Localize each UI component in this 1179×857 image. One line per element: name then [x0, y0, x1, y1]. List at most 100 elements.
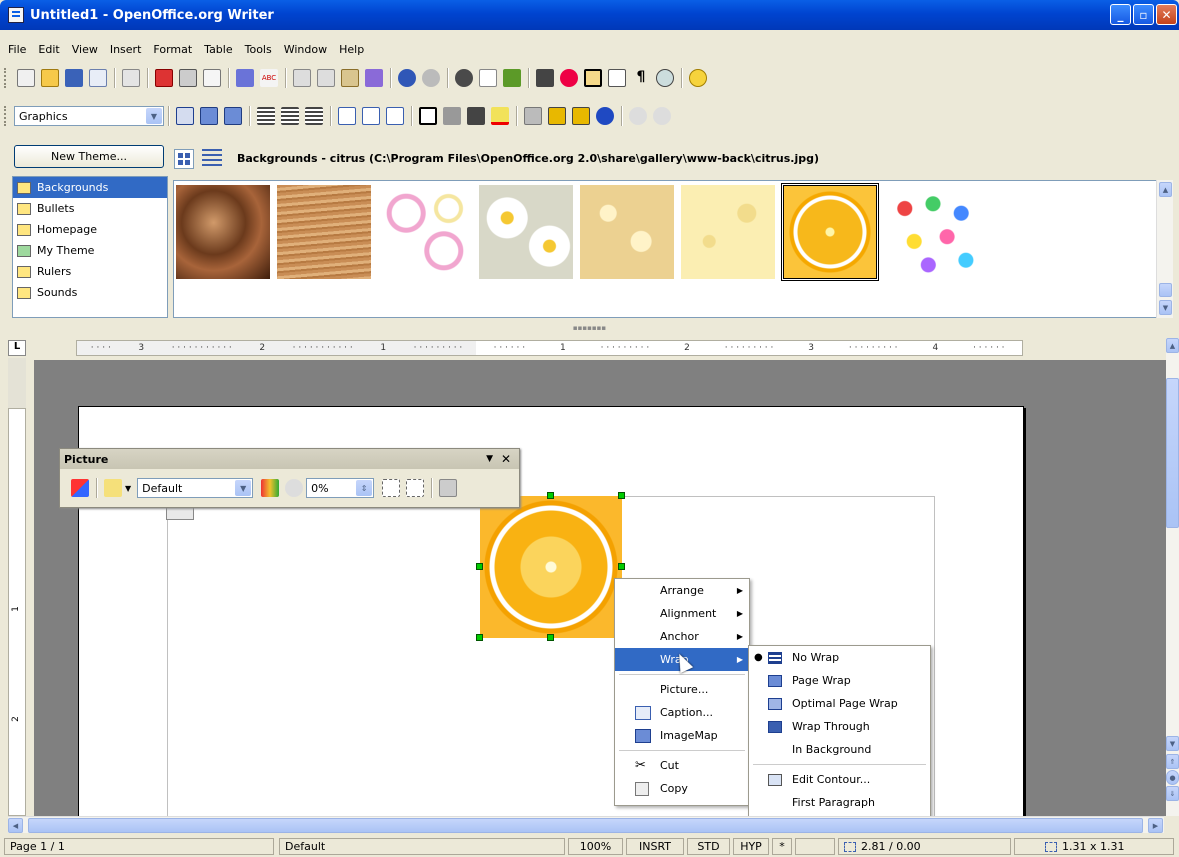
toolbar-grip[interactable]: [4, 106, 8, 126]
spin-icon[interactable]: ⇕: [356, 480, 373, 496]
graphics-filter-icon[interactable]: [71, 479, 89, 497]
toolbar-grip[interactable]: [4, 68, 8, 88]
flip-horizontal-icon[interactable]: [406, 479, 425, 497]
page-preview-icon[interactable]: [203, 69, 221, 87]
menu-edit[interactable]: Edit: [38, 43, 59, 56]
unlink-frames-icon[interactable]: [653, 107, 671, 125]
scroll-thumb[interactable]: [28, 818, 1143, 833]
theme-item-homepage[interactable]: Homepage: [13, 219, 167, 240]
menu-item-alignment[interactable]: Alignment ▶: [615, 602, 749, 625]
undo-icon[interactable]: [398, 69, 416, 87]
align-right-icon[interactable]: [305, 107, 323, 125]
paragraph-style-combo[interactable]: Graphics ▼: [14, 106, 164, 126]
scroll-left-icon[interactable]: ◀: [8, 818, 23, 833]
document-horizontal-scrollbar[interactable]: ◀ ▶: [8, 816, 1164, 833]
menu-item-edit-contour[interactable]: Edit Contour...: [749, 768, 930, 791]
previous-page-icon[interactable]: ⇑: [1166, 754, 1179, 769]
bring-to-front-icon[interactable]: [548, 107, 566, 125]
draw-functions-icon[interactable]: [503, 69, 521, 87]
new-theme-button[interactable]: New Theme...: [14, 145, 164, 168]
gallery-scrollbar[interactable]: ▲ ▼: [1156, 180, 1173, 318]
navigator-icon[interactable]: [560, 69, 578, 87]
resize-handle[interactable]: [476, 634, 483, 641]
link-frames-icon[interactable]: [629, 107, 647, 125]
theme-item-bullets[interactable]: Bullets: [13, 198, 167, 219]
menu-item-anchor[interactable]: Anchor ▶: [615, 625, 749, 648]
align-left-icon[interactable]: [257, 107, 275, 125]
menu-view[interactable]: View: [72, 43, 98, 56]
transparency-field[interactable]: 0% ⇕: [306, 478, 375, 498]
menu-table[interactable]: Table: [204, 43, 232, 56]
detailed-view-button[interactable]: [202, 149, 222, 169]
status-zoom[interactable]: 100%: [568, 838, 623, 855]
flip-vertical-icon[interactable]: [382, 479, 401, 497]
resize-handle[interactable]: [618, 492, 625, 499]
chevron-down-icon[interactable]: ▼: [486, 454, 493, 464]
autospellcheck-icon[interactable]: ABC: [260, 69, 278, 87]
scroll-right-icon[interactable]: ▶: [1148, 818, 1163, 833]
scroll-up-icon[interactable]: ▲: [1159, 182, 1172, 197]
menu-help[interactable]: Help: [339, 43, 364, 56]
hyperlink-icon[interactable]: [455, 69, 473, 87]
send-to-back-icon[interactable]: [572, 107, 590, 125]
navigation-icon[interactable]: ●: [1166, 770, 1179, 785]
thumbnail-daisies[interactable]: [479, 185, 573, 279]
maximize-button[interactable]: ▫: [1133, 4, 1154, 25]
status-selection-mode[interactable]: STD: [687, 838, 730, 855]
wrap-off-icon[interactable]: [176, 107, 194, 125]
align-bottom-icon[interactable]: [386, 107, 404, 125]
frame-properties-icon[interactable]: [524, 107, 542, 125]
status-hyperlink-mode[interactable]: HYP: [733, 838, 769, 855]
menu-item-no-wrap[interactable]: ● No Wrap: [749, 646, 930, 669]
theme-item-sounds[interactable]: Sounds: [13, 282, 167, 303]
clone-formatting-icon[interactable]: [365, 69, 383, 87]
next-page-icon[interactable]: ⇓: [1166, 786, 1179, 801]
icon-view-button[interactable]: [174, 149, 194, 169]
menu-item-in-background[interactable]: In Background: [749, 738, 930, 761]
gallery-splitter[interactable]: ▪▪▪▪▪▪▪: [0, 324, 1179, 334]
theme-item-rulers[interactable]: Rulers: [13, 261, 167, 282]
chevron-down-icon[interactable]: ▼: [235, 480, 252, 496]
graphics-mode-icon[interactable]: [104, 479, 122, 497]
menu-item-optimal-page-wrap[interactable]: Optimal Page Wrap: [749, 692, 930, 715]
menu-item-imagemap[interactable]: ImageMap: [615, 724, 749, 747]
color-icon[interactable]: [261, 479, 280, 497]
formatting-marks-icon[interactable]: ¶: [632, 69, 650, 87]
close-button[interactable]: ✕: [1156, 4, 1177, 25]
resize-handle[interactable]: [547, 634, 554, 641]
horizontal-ruler[interactable]: · · · · 3 · · · · · · · · · · · 2 · · · …: [76, 340, 1023, 356]
cut-icon[interactable]: [293, 69, 311, 87]
wrap-through-icon[interactable]: [224, 107, 242, 125]
menu-item-picture[interactable]: Picture...: [615, 678, 749, 701]
document-vertical-scrollbar[interactable]: ▲ ▼ ⇑ ● ⇓: [1166, 338, 1179, 816]
help-icon[interactable]: [689, 69, 707, 87]
thumbnail-rings[interactable]: [378, 185, 472, 279]
line-style-icon[interactable]: [443, 107, 461, 125]
page-wrap-icon[interactable]: [200, 107, 218, 125]
resize-handle[interactable]: [618, 563, 625, 570]
borders-icon[interactable]: [419, 107, 437, 125]
menu-item-first-paragraph[interactable]: First Paragraph: [749, 791, 930, 814]
paste-icon[interactable]: [341, 69, 359, 87]
vertical-ruler[interactable]: 1 2: [8, 408, 26, 816]
datasources-icon[interactable]: [608, 69, 626, 87]
align-center-icon[interactable]: [281, 107, 299, 125]
scroll-thumb[interactable]: [1159, 283, 1172, 297]
chevron-down-icon[interactable]: ▼: [146, 108, 162, 124]
theme-list[interactable]: Backgrounds Bullets Homepage My Theme Ru…: [12, 176, 168, 318]
minimize-button[interactable]: _: [1110, 4, 1131, 25]
email-icon[interactable]: [89, 69, 107, 87]
thumbnail-confetti[interactable]: [886, 185, 980, 279]
thumbnail-citrus[interactable]: [781, 183, 879, 281]
save-icon[interactable]: [65, 69, 83, 87]
thumbnail-wood[interactable]: [277, 185, 371, 279]
close-icon[interactable]: ✕: [501, 452, 511, 466]
citrus-image[interactable]: [480, 496, 622, 638]
align-top-icon[interactable]: [338, 107, 356, 125]
print-icon[interactable]: [179, 69, 197, 87]
menu-file[interactable]: File: [8, 43, 26, 56]
resize-handle[interactable]: [547, 492, 554, 499]
menu-item-wrap-through[interactable]: Wrap Through: [749, 715, 930, 738]
picture-toolbar-header[interactable]: Picture ▼ ✕: [60, 449, 519, 469]
menu-tools[interactable]: Tools: [245, 43, 272, 56]
